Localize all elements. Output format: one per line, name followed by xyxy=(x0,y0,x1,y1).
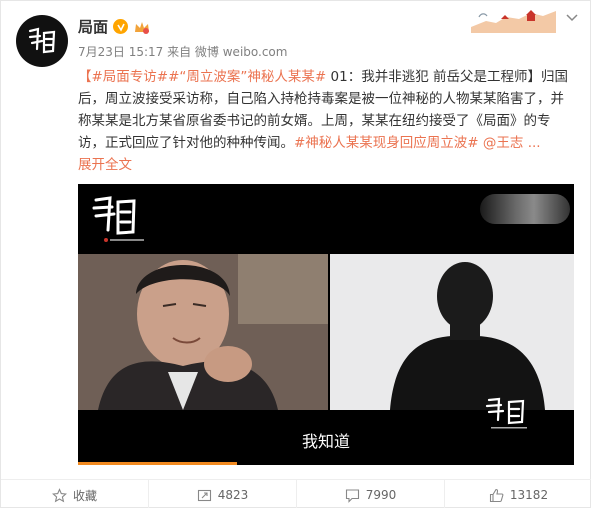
mention-link[interactable]: @王志 ... xyxy=(479,135,541,151)
blurred-watermark xyxy=(480,194,570,224)
action-bar: 收藏 4823 7990 13182 xyxy=(1,479,591,508)
topic-link-respond[interactable]: #神秘人某某现身回应周立波# xyxy=(294,135,479,151)
topic-link-interview[interactable]: 【#局面专访# xyxy=(78,69,168,85)
like-button[interactable]: 13182 xyxy=(445,480,591,508)
favorite-label: 收藏 xyxy=(72,488,97,503)
great-wall-banner-icon xyxy=(471,10,556,33)
expand-full-text-link[interactable]: 展开全文 xyxy=(78,154,573,176)
interviewer-frame xyxy=(78,254,328,410)
comment-icon xyxy=(345,488,359,503)
comment-button[interactable]: 7990 xyxy=(297,480,445,508)
subject-silhouette-frame xyxy=(330,254,574,410)
author-avatar[interactable] xyxy=(16,15,68,67)
post-content: 【#局面专访##“周立波案”神秘人某某# 01：我并非逃犯 前岳父是工程师】归国… xyxy=(78,66,573,176)
author-row: 局面 xyxy=(78,16,151,37)
video-subtitle: 我知道 xyxy=(301,432,350,451)
post-timestamp[interactable]: 7月23日 15:17 来自 微博 weibo.com xyxy=(78,43,287,60)
vip-crown-icon[interactable] xyxy=(133,20,151,34)
topic-link-case[interactable]: #“周立波案”神秘人某某# xyxy=(168,69,326,85)
thumbs-up-icon xyxy=(489,488,504,502)
video-progress-bar[interactable] xyxy=(78,462,237,465)
chevron-down-icon[interactable] xyxy=(565,13,579,23)
verified-v-icon xyxy=(113,19,129,34)
star-icon xyxy=(51,487,67,502)
like-count: 13182 xyxy=(509,488,549,502)
repost-button[interactable]: 4823 xyxy=(149,480,297,508)
favorite-button[interactable]: 收藏 xyxy=(1,480,149,508)
repost-icon xyxy=(197,489,211,501)
video-player[interactable]: 我知道 xyxy=(78,184,574,465)
jumian-video-logo-icon xyxy=(92,196,144,242)
jumian-logo-icon xyxy=(28,27,56,54)
author-name[interactable]: 局面 xyxy=(78,16,108,37)
comment-count: 7990 xyxy=(365,488,397,502)
repost-count: 4823 xyxy=(217,488,249,502)
weibo-post-card: 局面 7月23日 15:17 来自 微博 weibo.com 【#局面专访##“… xyxy=(0,0,591,508)
